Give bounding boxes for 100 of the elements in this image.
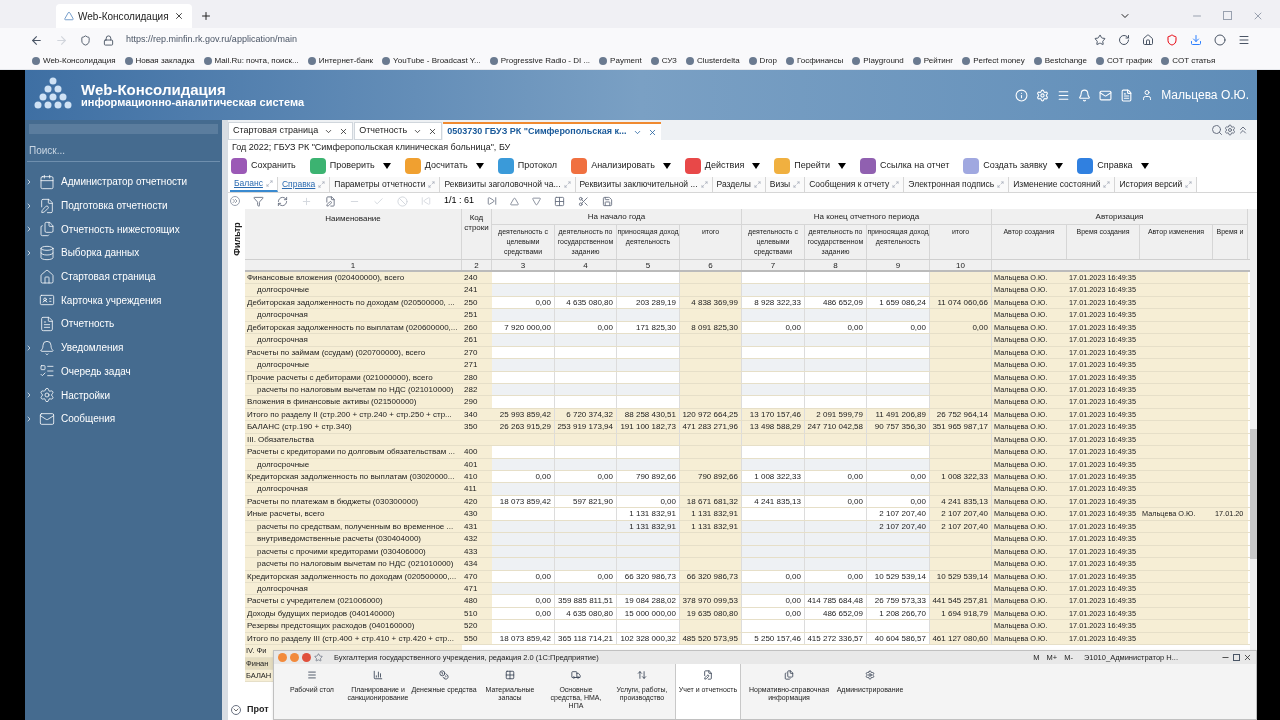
maximize-icon[interactable] bbox=[1233, 654, 1240, 661]
last-page-icon[interactable] bbox=[487, 196, 498, 206]
shield-icon[interactable] bbox=[80, 34, 91, 46]
bookmark[interactable]: Госфинансы bbox=[796, 54, 844, 67]
close-icon[interactable] bbox=[1243, 653, 1252, 662]
document-icon[interactable] bbox=[1120, 88, 1134, 102]
expand-icon[interactable] bbox=[700, 181, 708, 188]
expand-icon[interactable] bbox=[1103, 181, 1111, 188]
sidebar-item[interactable]: Подготовка отчетности bbox=[61, 198, 168, 214]
sidebar-item[interactable]: Карточка учреждения bbox=[61, 292, 162, 308]
toolbar-button[interactable]: Действия bbox=[704, 159, 745, 173]
expand-icon[interactable] bbox=[1185, 181, 1193, 188]
expand-icon[interactable] bbox=[892, 181, 900, 188]
edit-icon[interactable] bbox=[325, 195, 336, 207]
toolbar-button[interactable]: Протокол bbox=[517, 159, 558, 173]
collapse-icon[interactable] bbox=[1237, 124, 1249, 136]
expand-icon[interactable] bbox=[25, 391, 33, 400]
toolbar-button[interactable]: Проверить bbox=[329, 159, 375, 173]
sidebar-item[interactable]: Уведомления bbox=[61, 340, 124, 356]
sidebar-item[interactable]: Администратор отчетности bbox=[61, 174, 188, 190]
bell-icon[interactable] bbox=[1078, 88, 1092, 102]
bookmark[interactable]: Mail.Ru: почта, поиск... bbox=[214, 54, 299, 67]
expand-icon[interactable] bbox=[793, 181, 801, 188]
toolbar-button[interactable]: Досчитать bbox=[424, 159, 468, 173]
bookmark[interactable]: Clusterdelta bbox=[696, 54, 740, 67]
export-icon[interactable] bbox=[602, 195, 614, 207]
sidebar-item[interactable]: Очередь задач bbox=[61, 363, 131, 379]
cut-icon[interactable] bbox=[578, 195, 590, 207]
bookmark[interactable]: Web-Консолидация bbox=[43, 54, 116, 67]
new-tab-icon[interactable] bbox=[200, 10, 212, 22]
filter-icon[interactable] bbox=[253, 195, 264, 207]
expand-icon[interactable] bbox=[428, 181, 436, 188]
bookmark-icon[interactable] bbox=[1094, 34, 1106, 46]
sidebar-item[interactable]: Стартовая страница bbox=[61, 269, 156, 285]
user-icon[interactable] bbox=[1141, 89, 1154, 101]
toolbar-button[interactable]: Ссылка на отчет bbox=[879, 159, 950, 173]
extension-icon[interactable] bbox=[1166, 34, 1178, 46]
info-icon[interactable] bbox=[1015, 88, 1029, 102]
scrollbar-thumb[interactable] bbox=[1250, 429, 1257, 559]
expand-icon[interactable] bbox=[230, 196, 240, 206]
favorite-icon[interactable] bbox=[314, 653, 323, 662]
bookmark[interactable]: Новая закладка bbox=[135, 54, 195, 67]
panel-title[interactable]: Прот bbox=[247, 703, 269, 717]
bookmark[interactable]: Рейтинг bbox=[923, 54, 954, 67]
dropdown-icon[interactable] bbox=[475, 163, 484, 169]
list-icon[interactable] bbox=[1057, 88, 1071, 102]
mail-icon[interactable] bbox=[1099, 88, 1113, 102]
toolbar-button[interactable]: Анализировать bbox=[591, 159, 655, 173]
search-field[interactable]: Поиск... bbox=[29, 143, 218, 158]
expand-icon[interactable] bbox=[753, 181, 761, 188]
dropdown-icon[interactable] bbox=[662, 163, 671, 169]
expand-icon[interactable] bbox=[25, 225, 33, 234]
sort-up-icon[interactable] bbox=[510, 196, 520, 206]
sidebar-item[interactable]: Отчетность bbox=[61, 316, 115, 332]
bookmark[interactable]: Drop bbox=[759, 54, 777, 67]
expand-icon[interactable] bbox=[25, 177, 33, 186]
search-icon[interactable] bbox=[1211, 124, 1223, 136]
download-icon[interactable] bbox=[1190, 34, 1202, 46]
dropdown-icon[interactable] bbox=[837, 163, 846, 169]
bookmark[interactable]: Playground bbox=[863, 54, 904, 67]
close-icon[interactable] bbox=[428, 126, 438, 136]
expand-icon[interactable] bbox=[25, 201, 33, 210]
settings-icon[interactable] bbox=[1224, 124, 1236, 136]
expand-icon[interactable] bbox=[25, 343, 33, 352]
grid-icon[interactable] bbox=[554, 195, 566, 207]
bookmark[interactable]: СУЗ bbox=[661, 54, 677, 67]
expand-icon[interactable] bbox=[563, 181, 571, 188]
bookmark[interactable]: YouTube - Broadcast Y... bbox=[393, 54, 481, 67]
lock-icon[interactable] bbox=[103, 34, 114, 46]
dropdown-icon[interactable] bbox=[1055, 163, 1064, 169]
expand-icon[interactable] bbox=[997, 181, 1005, 188]
sidebar-item[interactable]: Сообщения bbox=[61, 411, 116, 427]
bookmark[interactable]: Progressive Radio - DI ... bbox=[500, 54, 591, 67]
dropdown-icon[interactable] bbox=[1140, 163, 1149, 169]
expand-icon[interactable] bbox=[25, 414, 33, 423]
sidebar-item[interactable]: Выборка данных bbox=[61, 245, 140, 261]
back-icon[interactable] bbox=[30, 33, 43, 47]
dropdown-icon[interactable] bbox=[752, 163, 761, 169]
expand-icon[interactable] bbox=[318, 181, 326, 188]
bookmark[interactable]: Perfect money bbox=[973, 54, 1025, 67]
toolbar-button[interactable]: Справка bbox=[1097, 159, 1133, 173]
close-icon[interactable] bbox=[647, 127, 657, 137]
expand-icon[interactable] bbox=[265, 180, 273, 187]
toolbar-button[interactable]: Сохранить bbox=[251, 159, 296, 173]
sort-down-icon[interactable] bbox=[532, 196, 542, 206]
check-icon[interactable] bbox=[373, 195, 384, 207]
sidebar-item[interactable]: Настройки bbox=[61, 387, 111, 403]
sidebar-item[interactable]: Отчетность нижестоящих bbox=[61, 221, 180, 237]
toolbar-button[interactable]: Создать заявку bbox=[983, 159, 1048, 173]
bookmark[interactable]: СОТ график bbox=[1107, 54, 1153, 67]
bookmark[interactable]: Bestchange bbox=[1044, 54, 1087, 67]
browser-tab[interactable]: Web-Консолидация bbox=[56, 4, 192, 28]
expand-icon[interactable] bbox=[25, 248, 33, 257]
dropdown-icon[interactable] bbox=[382, 163, 391, 169]
filter-label[interactable]: Фильтр bbox=[230, 222, 243, 256]
close-icon[interactable] bbox=[174, 11, 184, 21]
close-icon[interactable] bbox=[339, 126, 349, 136]
bookmark[interactable]: СОТ статья bbox=[1172, 54, 1216, 67]
reload-icon[interactable] bbox=[1118, 34, 1130, 46]
bookmark[interactable]: Payment bbox=[610, 54, 642, 67]
